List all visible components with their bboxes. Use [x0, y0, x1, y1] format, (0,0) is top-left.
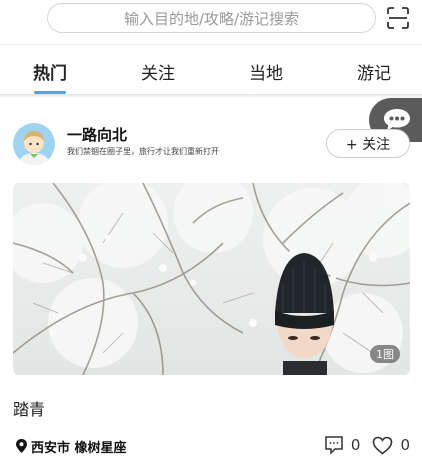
tabs-divider: [0, 94, 422, 98]
comment-button[interactable]: 0: [324, 435, 361, 455]
image-count-badge: 1图: [370, 345, 400, 363]
avatar[interactable]: [13, 123, 55, 165]
tab-hot[interactable]: 热门: [33, 59, 67, 84]
tab-local[interactable]: 当地: [249, 59, 283, 84]
location-label: 西安市 橡树星座: [31, 440, 127, 456]
post-image[interactable]: 1图: [13, 183, 410, 375]
heart-icon: [373, 436, 393, 455]
comment-icon: [325, 436, 343, 455]
top-bar: 输入目的地/攻略/游记搜索: [0, 0, 422, 40]
scan-icon[interactable]: [386, 6, 410, 30]
tab-travelogue[interactable]: 游记: [357, 59, 391, 84]
search-placeholder: 输入目的地/攻略/游记搜索: [123, 9, 300, 28]
location-tag[interactable]: 西安市 橡树星座: [16, 436, 127, 456]
like-count: 0: [400, 436, 410, 454]
tab-follow[interactable]: 关注: [141, 59, 175, 84]
follow-button[interactable]: + 关注: [326, 129, 410, 158]
comment-count: 0: [350, 436, 361, 454]
search-input[interactable]: 输入目的地/攻略/游记搜索: [47, 3, 376, 33]
post-stats: 0 0: [312, 434, 410, 456]
like-button[interactable]: 0: [372, 436, 410, 455]
post-title[interactable]: 踏青: [13, 396, 45, 420]
tab-bar: 热门 关注 当地 游记: [0, 44, 422, 94]
author-name[interactable]: 一路向北: [67, 124, 127, 145]
location-pin-icon: [16, 439, 27, 453]
author-bio: 我们禁锢在圈子里，旅行才让我们重新打开: [67, 147, 219, 156]
